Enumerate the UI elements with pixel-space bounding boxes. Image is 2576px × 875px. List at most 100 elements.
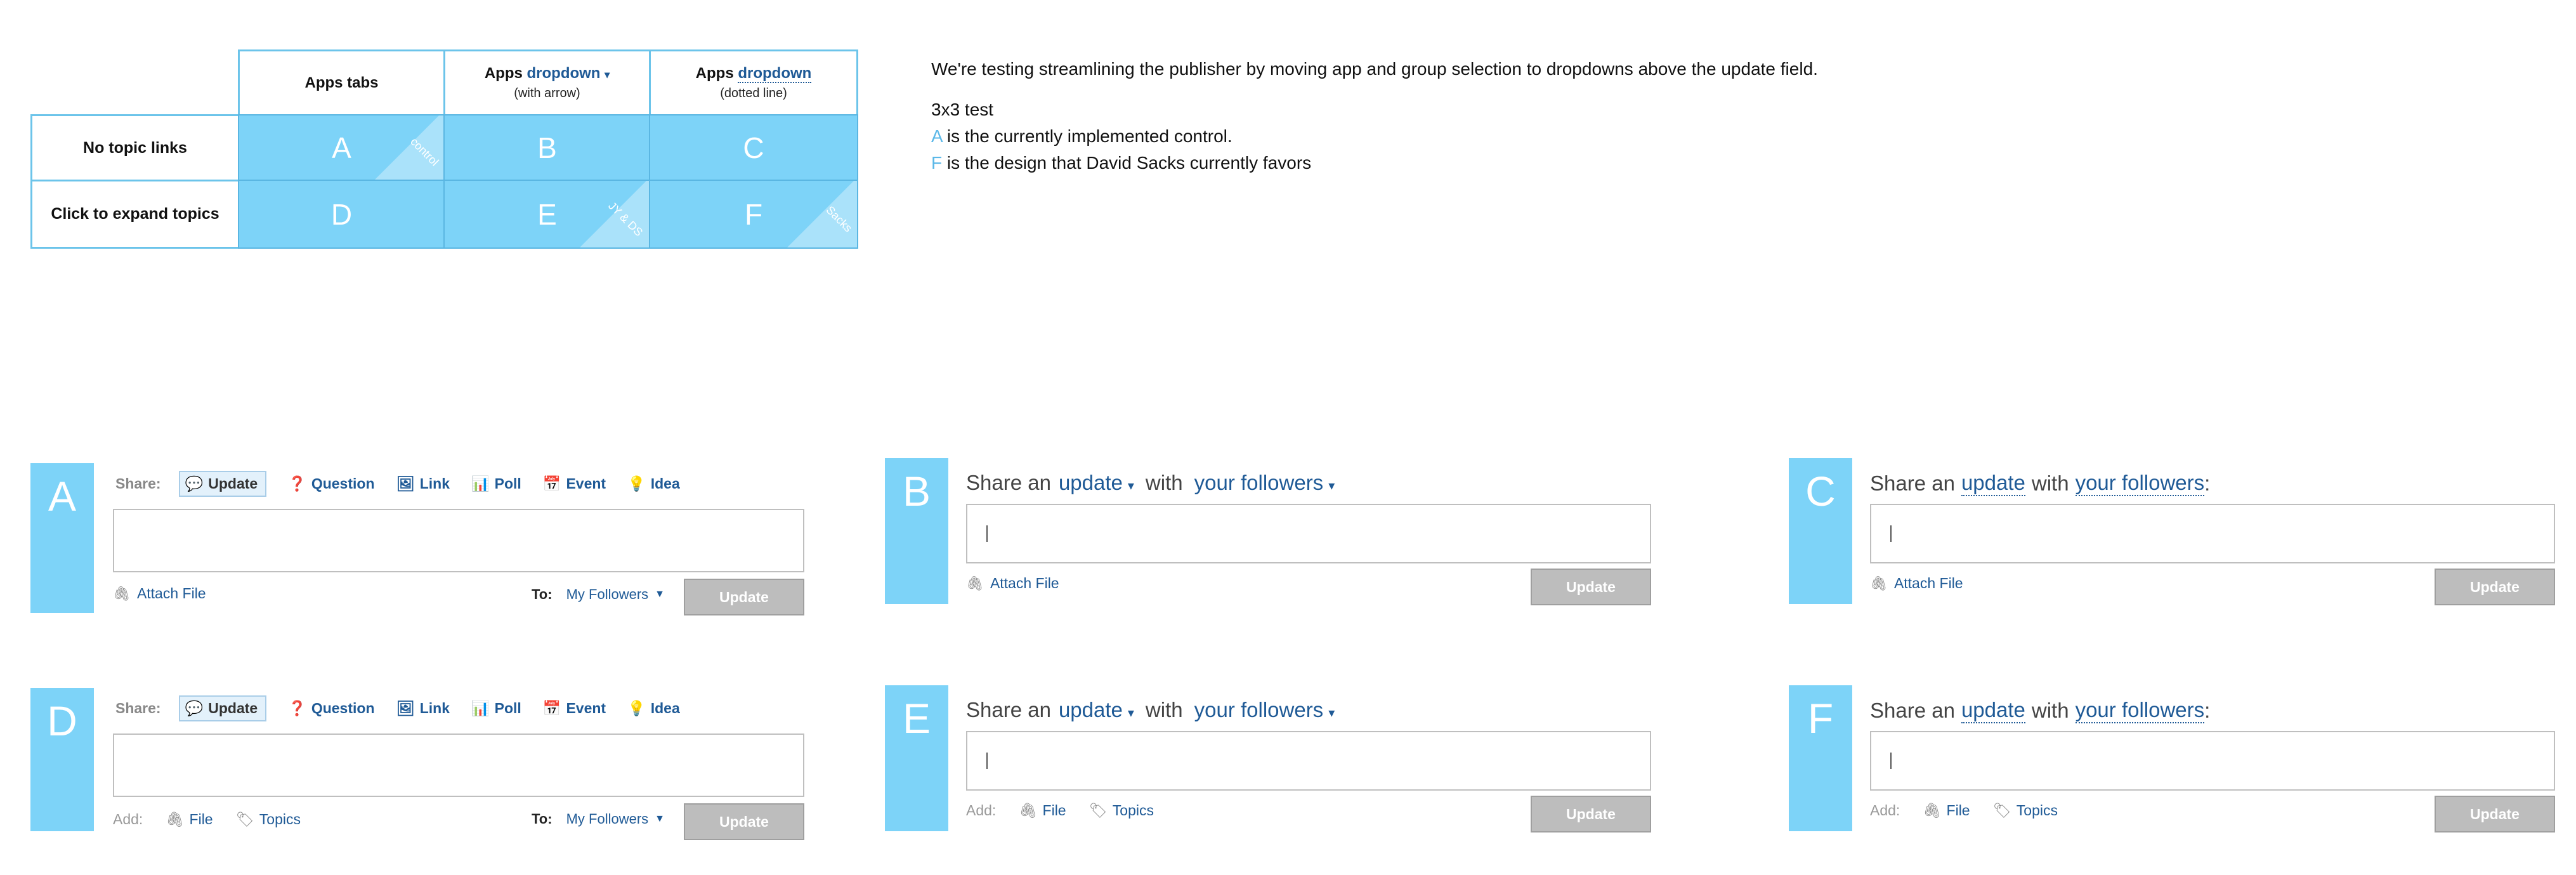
add-topics-label: Topics <box>2016 802 2058 819</box>
paperclip-icon: 🖇 <box>113 585 131 602</box>
update-button[interactable]: Update <box>2435 796 2555 832</box>
cell-letter: C <box>743 131 764 164</box>
text-cursor <box>986 525 988 542</box>
post-type-dropdown[interactable]: update ▾ <box>1059 471 1134 495</box>
share-heading: Share an update with your followers: <box>1870 471 2210 496</box>
paperclip-icon: 🖇 <box>1870 575 1888 591</box>
tab-label: Link <box>419 700 450 716</box>
tab-label: Idea <box>650 475 680 492</box>
update-input[interactable] <box>966 731 1651 791</box>
cell-letter: E <box>537 197 557 231</box>
dropdown-link: dropdown <box>738 65 812 83</box>
paperclip-icon: 🖇 <box>1019 802 1038 819</box>
tab-label: Event <box>566 700 606 716</box>
tab-label: Update <box>208 475 258 492</box>
row-label-text: Click to expand topics <box>51 205 219 223</box>
tab-poll[interactable]: 📊 Poll <box>471 475 521 492</box>
cell-letter: F <box>744 197 763 231</box>
add-topics-link[interactable]: 🏷 Topics <box>1993 802 2058 819</box>
tab-link[interactable]: 🖼 Link <box>396 700 450 717</box>
col-header-dropdown-arrow: Apps dropdown ▾ (with arrow) <box>443 49 651 116</box>
attach-file-label: Attach File <box>1893 575 1963 591</box>
tab-question[interactable]: ❓ Question <box>288 475 374 492</box>
chevron-down-icon: ▼ <box>655 813 665 824</box>
tab-update[interactable]: 💬 Update <box>178 695 267 721</box>
add-label: Add: <box>1870 802 1900 819</box>
share-heading: Share an update ▾ with your followers ▾ <box>966 698 1342 722</box>
attach-file-link[interactable]: 🖇 Attach File <box>966 575 1059 592</box>
speech-bubble-icon: 💬 <box>185 475 204 492</box>
tab-label: Poll <box>494 475 521 492</box>
update-input[interactable] <box>1870 504 2555 563</box>
corner-ribbon <box>787 181 857 247</box>
chevron-down-icon: ▾ <box>1127 479 1134 493</box>
dropdown-link: dropdown <box>526 65 601 82</box>
add-topics-label: Topics <box>1112 802 1154 819</box>
update-input[interactable] <box>1870 731 2555 791</box>
audience-dropdown[interactable]: your followers <box>2075 471 2205 496</box>
poll-icon: 📊 <box>471 700 490 716</box>
col-header-title: Apps <box>695 65 734 82</box>
add-file-link[interactable]: 🖇 File <box>1019 802 1066 819</box>
attach-file-link[interactable]: 🖇 Attach File <box>1870 575 1963 592</box>
add-file-link[interactable]: 🖇 File <box>1923 802 1970 819</box>
post-type-dropdown[interactable]: update ▾ <box>1059 698 1134 722</box>
update-input[interactable] <box>966 504 1651 563</box>
tab-event[interactable]: 📅 Event <box>543 700 606 717</box>
audience-select[interactable]: To: My Followers ▼ <box>532 811 665 827</box>
add-attachments: Add: 🖇 File 🏷 Topics <box>966 802 1177 819</box>
col-header-title: Apps <box>484 65 523 82</box>
share-label: Share: <box>115 475 161 492</box>
tab-idea[interactable]: 💡 Idea <box>627 475 680 492</box>
post-type-value: update <box>1058 471 1123 494</box>
attach-file-label: Attach File <box>990 575 1059 591</box>
variant-badge: B <box>885 458 948 604</box>
post-type-dropdown[interactable]: update <box>1961 471 2025 496</box>
post-type-value: update <box>1058 698 1123 721</box>
audience-dropdown[interactable]: your followers ▾ <box>1194 698 1335 722</box>
update-input[interactable] <box>113 734 804 797</box>
link-icon: 🖼 <box>396 700 415 716</box>
with-label: with <box>1145 698 1183 721</box>
notes-control-line: A is the currently implemented control. <box>931 123 1883 150</box>
tab-link[interactable]: 🖼 Link <box>396 475 450 492</box>
attach-file-link[interactable]: 🖇 Attach File <box>113 585 206 602</box>
chevron-down-icon: ▼ <box>655 589 665 600</box>
matrix-cell-f: F Sacks <box>649 180 858 249</box>
notes-test-type: 3x3 test <box>931 100 994 119</box>
question-icon: ❓ <box>288 475 306 492</box>
tab-idea[interactable]: 💡 Idea <box>627 700 680 717</box>
update-button[interactable]: Update <box>1531 569 1651 605</box>
add-topics-link[interactable]: 🏷 Topics <box>236 811 301 828</box>
update-button[interactable]: Update <box>684 579 804 615</box>
update-button[interactable]: Update <box>1531 796 1651 832</box>
publisher-variant-a: A Share: 💬 Update ❓ Question 🖼 Link 📊 Poll 📅… <box>30 463 811 615</box>
variant-key: F <box>931 153 943 173</box>
audience-dropdown[interactable]: your followers ▾ <box>1194 471 1335 495</box>
text-cursor <box>1890 525 1892 542</box>
tab-update[interactable]: 💬 Update <box>178 471 267 497</box>
update-button[interactable]: Update <box>2435 569 2555 605</box>
add-file-link[interactable]: 🖇 File <box>166 811 212 828</box>
tag-icon: 🏷 <box>235 811 254 827</box>
tab-poll[interactable]: 📊 Poll <box>471 700 521 717</box>
add-label: Add: <box>113 811 143 827</box>
with-label: with <box>1145 471 1183 494</box>
add-topics-link[interactable]: 🏷 Topics <box>1089 802 1154 819</box>
audience-dropdown[interactable]: your followers <box>2075 698 2205 723</box>
share-heading: Share an update ▾ with your followers ▾ <box>966 471 1342 495</box>
paperclip-icon: 🖇 <box>166 811 185 827</box>
update-input[interactable] <box>113 509 804 572</box>
update-button[interactable]: Update <box>684 803 804 840</box>
post-type-dropdown[interactable]: update <box>1961 698 2025 723</box>
lightbulb-icon: 💡 <box>627 475 646 492</box>
chevron-down-icon: ▾ <box>1328 479 1335 493</box>
tab-event[interactable]: 📅 Event <box>543 475 606 492</box>
variant-badge: D <box>30 688 94 831</box>
matrix-cell-d: D <box>238 180 445 249</box>
tab-question[interactable]: ❓ Question <box>288 700 374 717</box>
audience-select[interactable]: To: My Followers ▼ <box>532 586 665 603</box>
tab-label: Question <box>311 700 375 716</box>
share-an-label: Share an <box>1870 699 1955 722</box>
share-an-label: Share an <box>966 698 1051 721</box>
